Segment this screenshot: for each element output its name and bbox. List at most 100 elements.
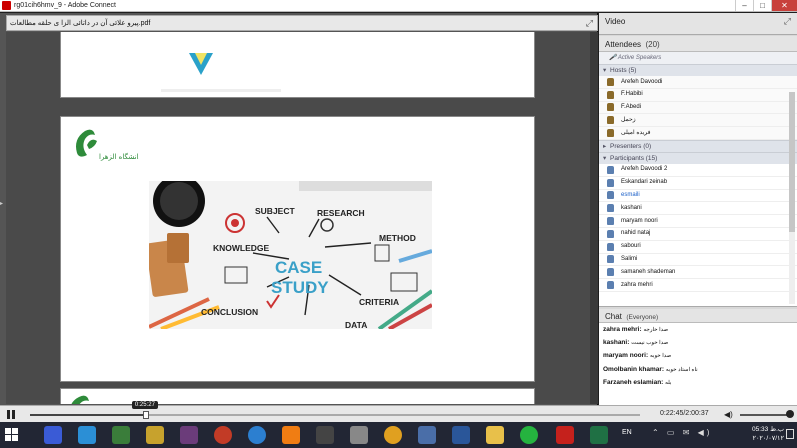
attendee-name: nahid nataj xyxy=(621,230,651,237)
participant-row[interactable]: esmaili xyxy=(599,190,797,203)
participant-row[interactable]: sabouri xyxy=(599,241,797,254)
collapse-handle[interactable]: ▸ xyxy=(0,200,4,214)
playback-bar: 0:25:27 0:22:45/2:00:37 ◀) xyxy=(0,401,797,422)
taskbar-clock[interactable]: 05:33 ب.ظ ۲۰۲۰/۰۷/۱۲ xyxy=(740,425,784,443)
chat-header: Chat (Everyone) xyxy=(599,309,797,323)
pdf-page-current: دانشگاه الزهرا SUBJECT RESEARCH KNOWLEDG… xyxy=(60,116,535,382)
taskbar-app-icon[interactable] xyxy=(78,426,96,444)
word-criteria: CRITERIA xyxy=(359,297,399,307)
taskbar-app-icon[interactable] xyxy=(146,426,164,444)
user-icon xyxy=(607,204,614,213)
host-row[interactable]: زحمل xyxy=(599,114,797,128)
chrome-icon[interactable] xyxy=(384,426,402,444)
scroll-thumb[interactable] xyxy=(789,92,795,232)
whatsapp-icon[interactable] xyxy=(520,426,538,444)
clock-date: ۲۰۲۰/۰۷/۱۲ xyxy=(752,435,784,442)
right-column: Video ⤢ Attendees (20) 🎤 Active Speakers… xyxy=(599,13,797,405)
host-row[interactable]: F.Abedi xyxy=(599,101,797,115)
volume-icon[interactable]: ◀) xyxy=(724,410,733,419)
word-data: DATA xyxy=(345,320,367,329)
user-icon xyxy=(607,229,614,238)
chat-text: صدا خوبه xyxy=(649,353,672,360)
attendees-pod: Attendees (20) 🎤 Active Speakers ▾ Hosts … xyxy=(599,36,797,307)
participants-section[interactable]: ▾ Participants (15) xyxy=(599,151,797,164)
attendee-name: F.Abedi xyxy=(621,104,642,111)
document-viewer[interactable]: دانشگاه الزهرا SUBJECT RESEARCH KNOWLEDG… xyxy=(6,32,598,404)
share-pod-header: پیرو علائی آن در داتائی الزا ی حلقه مطال… xyxy=(6,15,598,31)
participant-row[interactable]: kashani xyxy=(599,202,797,216)
word-method: METHOD xyxy=(379,233,416,243)
maximize-button[interactable]: □ xyxy=(753,0,771,11)
taskbar-app-icon[interactable] xyxy=(418,426,436,444)
taskbar-app-icon[interactable] xyxy=(248,426,266,444)
participant-row[interactable]: Arefeh Davoodi 2 xyxy=(599,164,797,177)
page-top-graphic xyxy=(161,53,281,92)
user-icon xyxy=(607,90,614,99)
user-icon xyxy=(607,217,614,226)
taskbar-app-icon[interactable] xyxy=(316,426,334,444)
chat-sender: Farzaneh eslamian: xyxy=(603,378,664,386)
participant-row[interactable]: Salimi xyxy=(599,254,797,267)
chat-message: zahra mehri: صدا خارجه xyxy=(599,323,797,336)
chat-sender: zahra mehri: xyxy=(603,326,642,333)
close-button[interactable]: ✕ xyxy=(771,0,797,11)
word-knowledge: KNOWLEDGE xyxy=(213,243,270,253)
language-indicator[interactable]: EN xyxy=(622,429,632,436)
word-case: CASE xyxy=(275,258,322,277)
word-research: RESEARCH xyxy=(317,208,365,218)
expand-icon[interactable]: ⤢ xyxy=(586,18,593,29)
chat-text: صدا خارجه xyxy=(643,327,669,333)
participant-row[interactable]: zahra mehri xyxy=(599,279,797,292)
host-row[interactable]: F.Habibi xyxy=(599,88,797,102)
chat-text: صدا خوب نیست xyxy=(631,340,669,347)
document-scrollbar[interactable] xyxy=(590,32,598,404)
user-icon xyxy=(607,165,614,174)
host-row[interactable]: Arefeh Davoodi xyxy=(599,76,797,89)
seek-handle[interactable]: 0:25:27 xyxy=(131,401,158,419)
seek-progress xyxy=(30,414,146,416)
hosts-section[interactable]: ▾ Hosts (5) xyxy=(599,64,797,76)
acrobat-icon[interactable] xyxy=(556,426,574,444)
vlc-icon[interactable] xyxy=(282,426,300,444)
windows-start-icon[interactable] xyxy=(5,428,19,442)
seek-track[interactable] xyxy=(30,414,640,416)
university-logo-small xyxy=(71,395,89,404)
clock-time: 05:33 ب.ظ xyxy=(751,426,784,433)
attendee-name: zahra mehri xyxy=(621,281,653,288)
pause-icon[interactable] xyxy=(7,410,15,419)
host-row[interactable]: فریده امیلی xyxy=(599,127,797,140)
chat-message: Farzaneh eslamian: بله xyxy=(599,376,797,389)
taskbar-app-icon[interactable] xyxy=(180,426,198,444)
taskbar-app-icon[interactable] xyxy=(112,426,130,444)
attendees-title: Attendees (20) xyxy=(605,40,660,49)
system-tray-icons[interactable]: ⌃ ▭ ✉ ◀) xyxy=(652,428,712,437)
volume-handle[interactable] xyxy=(786,410,794,418)
attendee-count: (20) xyxy=(645,40,660,49)
participant-row[interactable]: samaneh shademan xyxy=(599,266,797,280)
participant-row[interactable]: nahid nataj xyxy=(599,228,797,241)
participant-row[interactable]: Eskandari zeinab xyxy=(599,177,797,190)
excel-icon[interactable] xyxy=(590,426,608,444)
word-icon[interactable] xyxy=(452,426,470,444)
chat-pod: Chat (Everyone) zahra mehri: صدا خارجه ka… xyxy=(599,309,797,405)
maximize-pod-icon[interactable]: ⤢ xyxy=(784,16,791,27)
attendee-name: Arefeh Davoodi xyxy=(621,78,663,85)
title-bar: rg01cih6hmv_9 - Adobe Connect – □ ✕ xyxy=(0,0,797,12)
user-icon xyxy=(607,255,614,264)
taskbar-app-icon[interactable] xyxy=(44,426,62,444)
presenters-section[interactable]: ▸ Presenters (0) xyxy=(599,139,797,152)
chat-messages: zahra mehri: صدا خارجه kashani: صدا خوب ن… xyxy=(599,323,797,389)
collapse-arrow-icon: ▾ xyxy=(603,154,607,162)
participant-row[interactable]: maryam noori xyxy=(599,215,797,228)
taskbar-app-icon[interactable] xyxy=(350,426,368,444)
attendees-scrollbar[interactable] xyxy=(789,92,795,304)
notification-icon[interactable] xyxy=(786,429,794,439)
volume-track[interactable] xyxy=(740,414,788,416)
record-icon[interactable] xyxy=(214,426,232,444)
file-explorer-icon[interactable] xyxy=(486,426,504,444)
chat-sender: Omolbanin khamar: xyxy=(603,365,665,373)
share-pod: پیرو علائی آن در داتائی الزا ی حلقه مطال… xyxy=(0,13,598,405)
collapse-arrow-icon: ▾ xyxy=(603,67,607,74)
minimize-button[interactable]: – xyxy=(735,0,753,11)
chat-message: kashani: صدا خوب نیست xyxy=(599,336,797,349)
